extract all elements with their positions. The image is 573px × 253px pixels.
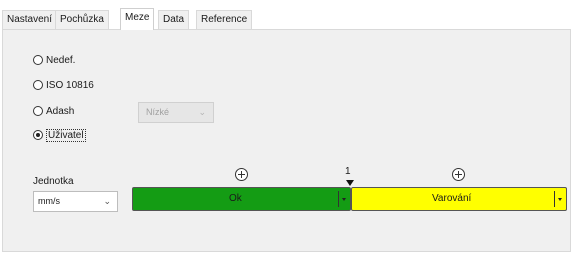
chevron-down-icon: ⌄ [103, 196, 111, 206]
radio-iso-10816[interactable]: ISO 10816 [33, 78, 94, 92]
chevron-down-icon: ⌄ [198, 107, 206, 117]
tab-pochuzka[interactable]: Pochůzka [55, 10, 109, 29]
radio-nedef[interactable]: Nedef. [33, 53, 75, 67]
tab-bar: Nastavení Pochůzka Meze Data Reference [0, 0, 573, 30]
unit-value: mm/s [38, 196, 60, 206]
tab-reference[interactable]: Reference [196, 10, 253, 29]
boundary-value: 1 [345, 166, 351, 177]
radio-button[interactable] [33, 106, 43, 116]
radio-label: ISO 10816 [46, 79, 94, 91]
add-limit-warning-icon[interactable] [452, 168, 465, 181]
adash-level-value: Nízké [146, 107, 170, 117]
radio-label: Uživatel [46, 128, 86, 142]
triangle-down-icon[interactable] [346, 180, 354, 186]
radio-label: Adash [46, 105, 75, 117]
adash-level-select: Nízké ⌄ [138, 102, 214, 123]
radio-label: Nedef. [46, 54, 76, 66]
limits-panel [2, 29, 571, 252]
zone-ok-label: Ok [229, 193, 242, 204]
zone-warning-dropdown-icon[interactable] [554, 191, 565, 207]
radio-button[interactable] [33, 55, 43, 65]
add-limit-ok-icon[interactable] [235, 168, 248, 181]
tab-meze[interactable]: Meze [120, 8, 155, 30]
radio-button-selected[interactable] [33, 130, 43, 140]
radio-uzivatel[interactable]: Uživatel [33, 128, 86, 142]
zone-warning[interactable]: Varování [351, 187, 567, 211]
zone-ok[interactable]: Ok [132, 187, 351, 211]
tab-data[interactable]: Data [158, 10, 190, 29]
tab-nastaveni[interactable]: Nastavení [2, 10, 58, 29]
zone-ok-dropdown-icon[interactable] [338, 191, 349, 207]
unit-select[interactable]: mm/s ⌄ [33, 191, 118, 212]
radio-adash[interactable]: Adash [33, 104, 74, 118]
unit-label: Jednotka [33, 176, 74, 187]
radio-button[interactable] [33, 80, 43, 90]
zone-warning-label: Varování [432, 193, 472, 204]
